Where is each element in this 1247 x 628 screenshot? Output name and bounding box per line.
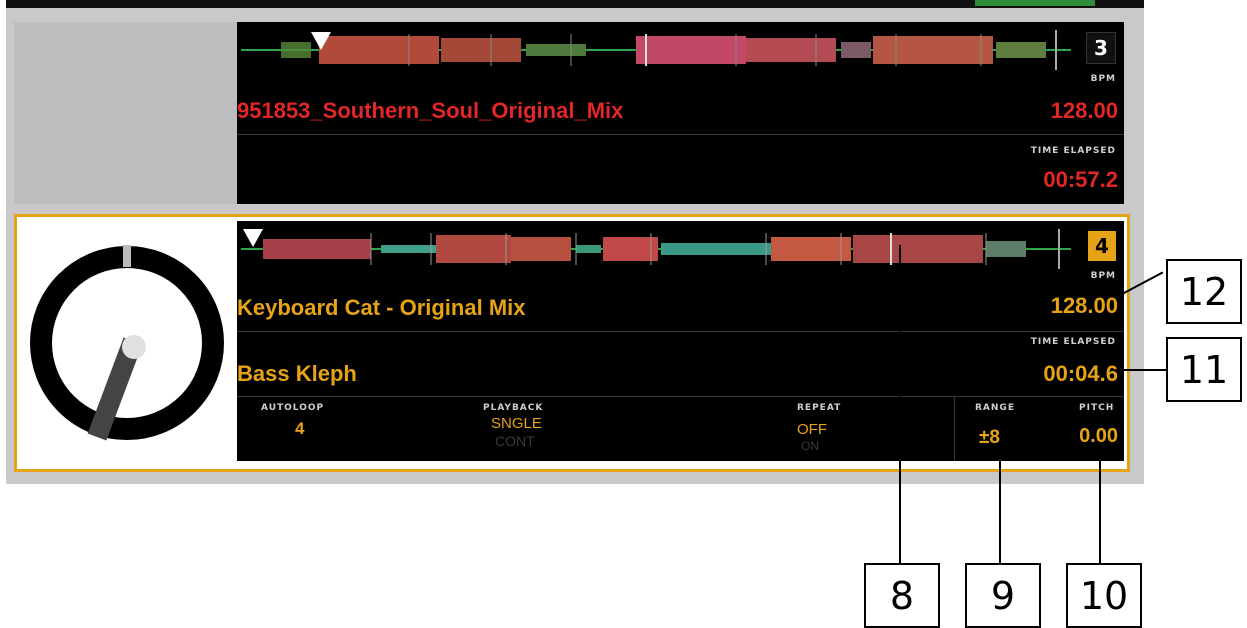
playback-single[interactable]: SNGLE bbox=[491, 415, 542, 432]
repeat-on[interactable]: ON bbox=[801, 439, 819, 453]
deck3-bpm-label: BPM bbox=[1090, 74, 1116, 84]
callout-12: 12 bbox=[1166, 259, 1242, 324]
deck4-artist: Bass Kleph bbox=[237, 361, 357, 386]
deck4-number: 4 bbox=[1088, 231, 1116, 261]
deck3-divider bbox=[237, 134, 1124, 135]
deck4-bpm-label: BPM bbox=[1090, 271, 1116, 281]
callout-9-leader bbox=[999, 455, 1001, 565]
deck3-jog-area bbox=[14, 22, 237, 204]
panel-accent-strip bbox=[975, 0, 1095, 6]
deck4-divider bbox=[237, 331, 1124, 332]
range-value[interactable]: ±8 bbox=[979, 427, 1000, 449]
autoloop-label: AUTOLOOP bbox=[261, 403, 325, 413]
deck3-time-value: 00:57.2 bbox=[1043, 167, 1118, 192]
deck4-time-value: 00:04.6 bbox=[1043, 361, 1118, 386]
repeat-off[interactable]: OFF bbox=[797, 421, 827, 438]
jog-wheel-icon[interactable] bbox=[27, 237, 227, 447]
callout-10-leader bbox=[1099, 455, 1101, 565]
deck3-bpm-value: 128.00 bbox=[1050, 98, 1118, 123]
callout-10: 10 bbox=[1066, 563, 1142, 628]
deck-4: 4 BPM Keyboard Cat - Original Mix 128.00… bbox=[237, 221, 1124, 461]
deck4-waveform[interactable] bbox=[241, 227, 1071, 271]
deck-3: 3 BPM 951853_Southern_Soul_Original_Mix … bbox=[237, 22, 1124, 204]
deck3-track-title: 951853_Southern_Soul_Original_Mix bbox=[237, 98, 624, 123]
callout-11: 11 bbox=[1166, 337, 1242, 402]
deck3-time-label: TIME ELAPSED bbox=[1030, 146, 1116, 156]
playback-label: PLAYBACK bbox=[483, 403, 544, 413]
deck4-track-title: Keyboard Cat - Original Mix bbox=[237, 295, 526, 320]
deck3-number: 3 bbox=[1086, 32, 1116, 64]
playback-continuous[interactable]: CONT bbox=[495, 433, 535, 449]
pitch-label: PITCH bbox=[1079, 403, 1115, 413]
deck4-bpm-value: 128.00 bbox=[1050, 293, 1118, 318]
range-label: RANGE bbox=[975, 403, 1015, 413]
deck3-waveform[interactable] bbox=[241, 28, 1071, 72]
range-divider bbox=[954, 397, 955, 461]
callout-8: 8 bbox=[864, 563, 940, 628]
autoloop-value[interactable]: 4 bbox=[295, 419, 304, 439]
callout-9: 9 bbox=[965, 563, 1041, 628]
deck4-time-label: TIME ELAPSED bbox=[1030, 337, 1116, 347]
deck4-controls-divider bbox=[237, 396, 1124, 397]
repeat-label: REPEAT bbox=[797, 403, 842, 413]
callout-11-leader bbox=[1120, 369, 1168, 371]
pitch-value[interactable]: 0.00 bbox=[1079, 425, 1118, 448]
callout-8-leader bbox=[899, 245, 901, 565]
